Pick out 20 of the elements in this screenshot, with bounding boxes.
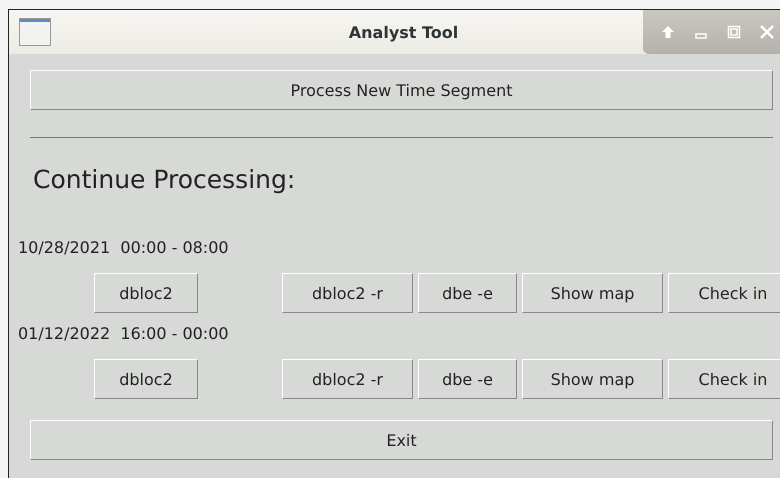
close-icon[interactable]: [760, 25, 774, 39]
window-icon: [19, 18, 51, 46]
segment-label: 01/12/2022 16:00 - 00:00: [18, 324, 230, 345]
action-button[interactable]: Check in: [668, 359, 780, 399]
segment-label: 10/28/2021 00:00 - 08:00: [18, 238, 230, 259]
action-button[interactable]: dbe -e: [418, 359, 517, 399]
action-button[interactable]: dbloc2: [94, 273, 198, 313]
action-button[interactable]: Show map: [522, 359, 663, 399]
action-button[interactable]: Check in: [668, 273, 780, 313]
up-arrow-icon[interactable]: [661, 25, 675, 39]
section-title: Continue Processing:: [33, 165, 296, 194]
maximize-icon[interactable]: [727, 25, 741, 39]
action-button[interactable]: dbloc2: [94, 359, 198, 399]
exit-button[interactable]: Exit: [30, 420, 773, 460]
action-button[interactable]: dbloc2 -r: [282, 273, 413, 313]
action-button[interactable]: dbe -e: [418, 273, 517, 313]
window-title: Analyst Tool: [348, 22, 458, 42]
process-new-time-segment-button[interactable]: Process New Time Segment: [30, 70, 773, 110]
action-button[interactable]: Show map: [522, 273, 663, 313]
action-button[interactable]: dbloc2 -r: [282, 359, 413, 399]
